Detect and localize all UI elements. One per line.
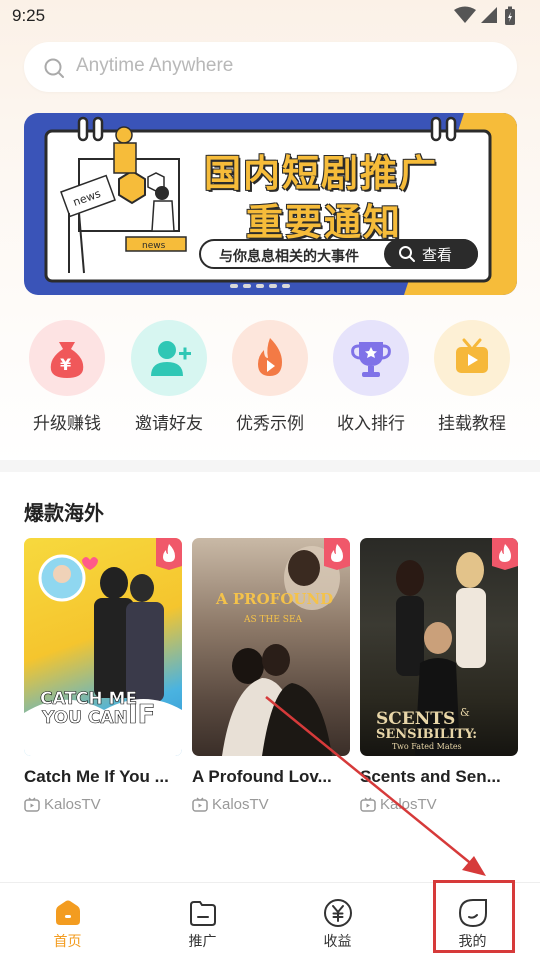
banner-headline-1: 国内短剧推广 [204, 152, 438, 195]
yen-coin-icon [324, 899, 352, 927]
battery-icon [504, 6, 516, 30]
tv-icon [360, 797, 376, 812]
quick-action-examples[interactable]: 优秀示例 [220, 320, 320, 440]
poster-subtitle: Two Fated Mates [392, 742, 462, 751]
svg-text:¥: ¥ [60, 355, 71, 374]
quick-action-invite[interactable]: 邀请好友 [119, 320, 219, 440]
flame-icon [156, 538, 182, 570]
quick-action-label: 优秀示例 [236, 414, 304, 434]
add-friend-icon [151, 341, 191, 376]
section-divider [0, 460, 540, 472]
search-icon [399, 246, 415, 262]
flame-icon [492, 538, 518, 570]
card-title: A Profound Lov... [192, 767, 332, 786]
banner-pagination [230, 273, 295, 292]
quick-action-tutorial[interactable]: 挂载教程 [422, 320, 522, 440]
search-placeholder: Anytime Anywhere [76, 55, 234, 76]
poster-artwork: CATCH ME YOU CAN IF [24, 554, 182, 756]
poster-title-ampersand: & [460, 706, 470, 719]
status-bar: 9:25 [0, 0, 540, 34]
poster-title-line1: SCENTS [376, 709, 455, 729]
signal-icon [480, 6, 498, 28]
banner-subtitle-pill[interactable]: 与你息息相关的大事件 查看 [199, 239, 478, 269]
tv-icon [24, 797, 40, 812]
poster-artwork: A PROFOUND AS THE SEA [215, 546, 340, 756]
tv-icon [192, 797, 208, 812]
quick-action-label: 收入排行 [337, 414, 405, 434]
search-icon [43, 57, 65, 79]
news-badge-2: news [142, 241, 166, 251]
quick-action-ranking[interactable]: 收入排行 [321, 320, 421, 440]
drama-card[interactable]: SCENTS & SENSIBILITY: Two Fated Mates Sc… [360, 538, 518, 818]
card-source-label: KalosTV [380, 796, 437, 813]
section-title: 爆款海外 [24, 501, 104, 525]
tab-home[interactable]: 首页 [0, 883, 135, 960]
banner-headline-2: 重要通知 [246, 201, 402, 244]
poster-artwork: SCENTS & SENSIBILITY: Two Fated Mates [376, 552, 486, 756]
drama-card[interactable]: A PROFOUND AS THE SEA A Profound Lov... … [192, 538, 350, 818]
poster-title-line2: AS THE SEA [243, 615, 303, 625]
poster-title-line1: CATCH ME [40, 689, 137, 709]
quick-action-label: 邀请好友 [135, 414, 203, 434]
poster-image[interactable]: SCENTS & SENSIBILITY: Two Fated Mates [360, 538, 518, 756]
poster-title-line3: IF [128, 700, 155, 730]
money-bag-icon: ¥ [50, 342, 84, 378]
folder-icon [190, 901, 216, 926]
wifi-icon [454, 6, 476, 28]
banner-subtitle: 与你息息相关的大事件 [219, 249, 359, 265]
card-title: Scents and Sen... [360, 767, 501, 786]
banner-view-button[interactable]: 查看 [384, 239, 478, 269]
quick-action-label: 挂载教程 [438, 414, 506, 434]
tab-label: 收益 [323, 934, 352, 950]
poster-image[interactable]: A PROFOUND AS THE SEA [192, 538, 350, 756]
home-icon [56, 900, 80, 925]
card-source-label: KalosTV [44, 796, 101, 813]
promo-banner[interactable]: news news 国内短剧推广 重要通知 与你息息相关的大事件 查看 [24, 113, 517, 295]
search-bar[interactable]: Anytime Anywhere [24, 42, 517, 92]
tab-label: 推广 [188, 934, 217, 950]
tv-icon [456, 338, 488, 373]
poster-image[interactable]: CATCH ME YOU CAN IF [24, 538, 182, 756]
flame-icon [324, 538, 350, 570]
card-title: Catch Me If You ... [24, 767, 169, 786]
card-source-label: KalosTV [212, 796, 269, 813]
trophy-icon [351, 342, 391, 377]
status-time: 9:25 [12, 6, 46, 25]
tab-label: 首页 [53, 934, 82, 950]
annotation-highlight-box [433, 880, 515, 953]
poster-title-line2: SENSIBILITY: [376, 727, 477, 742]
poster-title-line1: A PROFOUND [215, 590, 333, 608]
drama-card[interactable]: CATCH ME YOU CAN IF Catch Me If You ... … [24, 538, 182, 818]
poster-title-line2: YOU CAN [41, 708, 128, 728]
tab-earnings[interactable]: 收益 [270, 883, 405, 960]
flame-icon [258, 338, 282, 376]
quick-action-label: 升级赚钱 [33, 414, 101, 434]
quick-action-upgrade[interactable]: ¥ 升级赚钱 [17, 320, 117, 440]
banner-view-label: 查看 [422, 246, 453, 264]
tab-promote[interactable]: 推广 [135, 883, 270, 960]
